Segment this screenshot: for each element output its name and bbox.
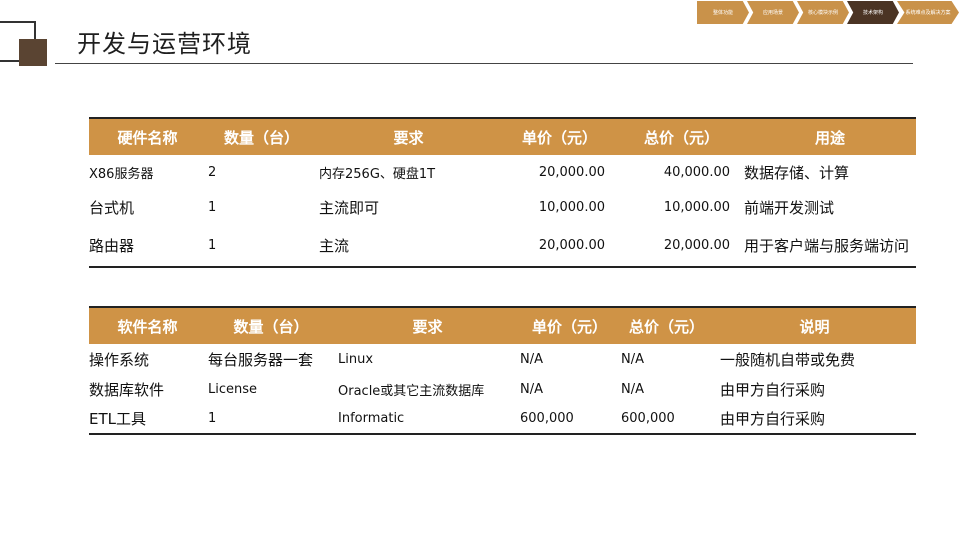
table-cell: 10,000.00 [538,200,605,215]
nav-step-scenarios[interactable]: 应用场景 [747,1,799,24]
table-header-row: 软件名称 数量（台） 要求 单价（元） 总价（元） 说明 [89,306,916,344]
table-cell: Linux [338,351,374,367]
table-cell: 主流即可 [319,199,380,217]
table-cell: N/A [520,381,543,397]
table-cell: 路由器 [89,225,206,268]
column-header: 硬件名称 [89,117,206,155]
nav-step-core-modules[interactable]: 核心模块示例 [797,1,849,24]
software-table: 软件名称 数量（台） 要求 单价（元） 总价（元） 说明 操作系统 每台服务器一… [89,306,916,435]
table-header-row: 硬件名称 数量（台） 要求 单价（元） 总价（元） 用途 [89,117,916,155]
table-cell: 操作系统 [89,350,150,369]
table-cell: 600,000 [620,404,713,435]
table-cell: 20,000.00 [538,165,605,180]
table-cell: 前端开发测试 [744,199,835,217]
table-cell: 1 [206,225,317,268]
table-cell: 每台服务器一套 [208,350,314,369]
table-cell: License [208,381,258,397]
table-cell: N/A [520,351,543,367]
column-header: 用途 [744,117,916,155]
table-cell: 10,000.00 [663,200,730,215]
table-cell: ETL工具 [89,404,206,435]
column-header: 单价（元） [500,117,619,155]
nav-step-overall-function[interactable]: 整体功能 [697,1,749,24]
column-header: 数量（台） [206,117,317,155]
column-header: 说明 [713,306,916,344]
table-cell: 2 [208,165,217,180]
section-nav: 整体功能 应用场景 核心模块示例 技术架构 系统难点及解决方案 [697,1,959,24]
table-cell: 20,000.00 [500,225,619,268]
table-cell: 数据库软件 [89,380,165,399]
corner-filled-square [19,39,47,66]
table-cell: N/A [621,351,644,367]
column-header: 总价（元） [620,306,713,344]
table-row: 路由器 1 主流 20,000.00 20,000.00 用于客户端与服务端访问 [89,225,916,268]
table-row: X86服务器 2 内存256G、硬盘1T 20,000.00 40,000.00… [89,155,916,190]
table-cell: Informatic [336,404,519,435]
hardware-table: 硬件名称 数量（台） 要求 单价（元） 总价（元） 用途 X86服务器 2 内存… [89,117,916,268]
table-cell: 600,000 [519,404,620,435]
table-row: ETL工具 1 Informatic 600,000 600,000 由甲方自行… [89,404,916,435]
column-header: 软件名称 [89,306,206,344]
table-cell: 主流 [317,225,500,268]
title-divider [55,63,913,64]
table-row: 操作系统 每台服务器一套 Linux N/A N/A 一般随机自带或免费 [89,344,916,374]
column-header: 总价（元） [619,117,744,155]
page-title: 开发与运营环境 [77,30,252,58]
nav-step-architecture[interactable]: 技术架构 [847,1,899,24]
table-cell: 1 [206,404,336,435]
column-header: 单价（元） [519,306,620,344]
table-cell: 数据存储、计算 [744,164,850,182]
table-cell: 由甲方自行采购 [713,404,916,435]
table-cell: 40,000.00 [663,165,730,180]
table-cell: Oracle或其它主流数据库 [338,383,485,399]
column-header: 要求 [336,306,519,344]
table-cell: 1 [208,200,217,215]
column-header: 要求 [317,117,500,155]
table-cell: 由甲方自行采购 [720,380,826,399]
nav-step-difficulties[interactable]: 系统难点及解决方案 [897,1,959,24]
table-cell: 用于客户端与服务端访问 [744,225,916,268]
table-cell: N/A [621,381,644,397]
table-row: 数据库软件 License Oracle或其它主流数据库 N/A N/A 由甲方… [89,374,916,404]
table-cell: 内存256G、硬盘1T [319,167,436,182]
column-header: 数量（台） [206,306,336,344]
table-row: 台式机 1 主流即可 10,000.00 10,000.00 前端开发测试 [89,190,916,225]
table-cell: 20,000.00 [619,225,744,268]
table-cell: 一般随机自带或免费 [720,350,856,369]
table-cell: X86服务器 [89,167,154,182]
table-cell: 台式机 [89,199,135,217]
